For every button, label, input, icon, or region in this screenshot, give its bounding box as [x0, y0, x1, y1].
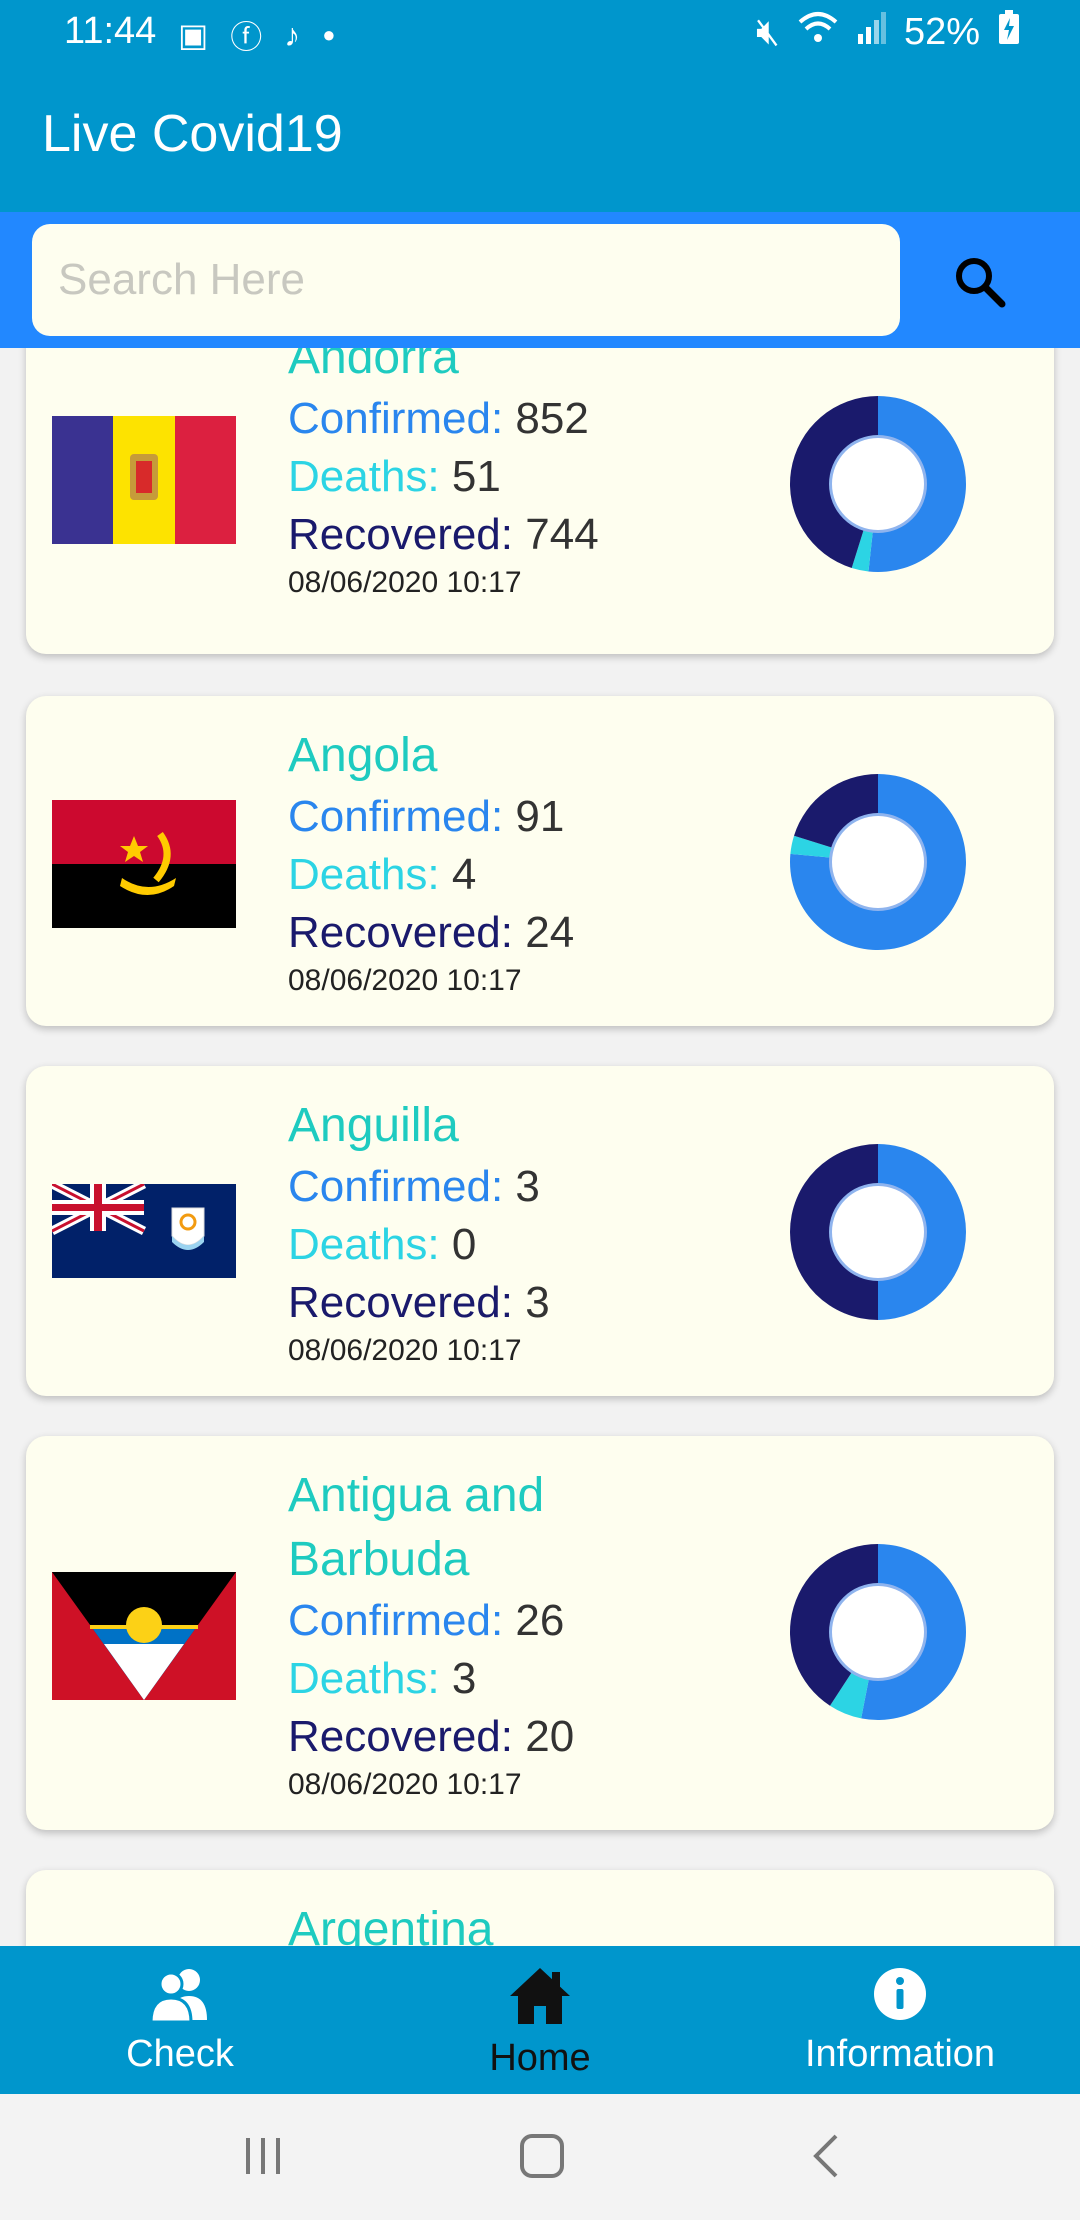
- status-time: 11:44: [64, 10, 157, 52]
- deaths-label: Deaths:: [288, 1654, 440, 1703]
- antigua-flag: [52, 1572, 236, 1700]
- info-icon: [874, 1968, 926, 2020]
- search-button[interactable]: [950, 252, 1010, 312]
- system-nav-bar: [0, 2094, 1080, 2220]
- app-bar: Live Covid19: [0, 66, 1080, 212]
- country-name: Andorra: [288, 348, 459, 384]
- stats-donut-chart: [790, 1544, 966, 1720]
- recovered-value: 24: [525, 908, 575, 957]
- update-date: 08/06/2020 10:17: [288, 1768, 522, 1801]
- recent-apps-button[interactable]: [238, 2134, 288, 2178]
- country-name-line1: Antigua and: [288, 1469, 545, 1522]
- country-name: Argentina: [288, 1903, 494, 1946]
- donut-hole: [832, 438, 924, 530]
- deaths-value: 4: [451, 850, 477, 899]
- recovered-label: Recovered:: [288, 510, 514, 559]
- angola-flag: [52, 800, 236, 928]
- country-name-line2: Barbuda: [288, 1533, 470, 1586]
- recovered-label: Recovered:: [288, 908, 514, 957]
- confirmed-value: 852: [515, 394, 589, 443]
- nav-label: Check: [126, 2033, 234, 2075]
- linkedin-icon: ▣: [178, 17, 209, 53]
- donut-hole: [832, 1186, 924, 1278]
- confirmed-value: 3: [515, 1162, 540, 1211]
- tiktok-icon: ♪: [284, 16, 301, 53]
- battery-percent: 52%: [903, 10, 980, 53]
- nav-label: Information: [804, 2033, 996, 2075]
- country-card-anguilla[interactable]: Anguilla Confirmed: 3 Deaths: 0 Recovere…: [26, 1066, 1054, 1396]
- confirmed-label: Confirmed:: [288, 394, 504, 443]
- confirmed-label: Confirmed:: [288, 1162, 504, 1211]
- home-icon: [510, 1968, 570, 2024]
- update-date: 08/06/2020 10:17: [288, 1334, 522, 1367]
- stats-donut-chart: [789, 396, 966, 572]
- recovered-value: 3: [525, 1278, 550, 1327]
- deaths-label: Deaths:: [288, 850, 440, 899]
- app-title: Live Covid19: [42, 105, 343, 163]
- country-name: Anguilla: [288, 1099, 459, 1152]
- notification-icons: ▣ ⓕ ♪ ●: [178, 12, 336, 58]
- nav-check[interactable]: Check: [30, 1966, 330, 2076]
- battery-icon: [998, 10, 1020, 54]
- donut-hole: [832, 1586, 924, 1678]
- country-card-argentina[interactable]: Argentina: [26, 1870, 1054, 1946]
- nav-label: Home: [489, 2037, 591, 2079]
- back-button[interactable]: [806, 2132, 846, 2180]
- deaths-value: 3: [451, 1654, 477, 1703]
- stats-donut-chart: [790, 1144, 966, 1320]
- nav-home[interactable]: Home: [390, 1966, 690, 2080]
- confirmed-label: Confirmed:: [288, 1596, 504, 1645]
- donut-hole: [832, 816, 924, 908]
- confirmed-value: 26: [515, 1596, 565, 1645]
- deaths-value: 0: [451, 1220, 477, 1269]
- deaths-label: Deaths:: [288, 1220, 440, 1269]
- signal-icon: [856, 11, 886, 54]
- search-input[interactable]: [32, 224, 900, 336]
- country-card-antigua-and-barbuda[interactable]: Antigua and Barbuda Confirmed: 26 Deaths…: [26, 1436, 1054, 1830]
- confirmed-value: 91: [515, 792, 565, 841]
- stats-donut-chart: [790, 774, 966, 950]
- dot-icon: ●: [322, 22, 336, 47]
- deaths-value: 51: [451, 452, 501, 501]
- recovered-value: 744: [525, 510, 599, 559]
- status-bar: 11:44 ▣ ⓕ ♪ ● 🔇︎ 52%: [0, 0, 1080, 66]
- wifi-icon: [798, 10, 838, 54]
- facebook-icon: ⓕ: [230, 19, 263, 55]
- home-button[interactable]: [518, 2132, 566, 2180]
- country-name: Angola: [288, 729, 438, 782]
- country-card-angola[interactable]: Angola Confirmed: 91 Deaths: 4 Recovered…: [26, 696, 1054, 1026]
- country-list[interactable]: Andorra Confirmed: 852 Deaths: 51 Recove…: [0, 348, 1080, 1946]
- confirmed-label: Confirmed:: [288, 792, 504, 841]
- deaths-label: Deaths:: [288, 452, 440, 501]
- andorra-flag: [52, 416, 236, 544]
- country-card-andorra[interactable]: Andorra Confirmed: 852 Deaths: 51 Recove…: [26, 348, 1054, 654]
- recovered-label: Recovered:: [288, 1278, 514, 1327]
- people-icon: [149, 1969, 207, 2024]
- recovered-value: 20: [525, 1712, 575, 1761]
- mute-icon: 🔇︎: [755, 10, 780, 53]
- update-date: 08/06/2020 10:17: [288, 964, 522, 997]
- search-icon: [956, 258, 1006, 308]
- search-bar: [0, 212, 1080, 348]
- status-right: 🔇︎ 52%: [756, 10, 1020, 54]
- update-date: 08/06/2020 10:17: [288, 566, 522, 599]
- anguilla-flag: [52, 1184, 236, 1278]
- bottom-nav: Check Home Information: [0, 1946, 1080, 2094]
- recovered-label: Recovered:: [288, 1712, 514, 1761]
- nav-information[interactable]: Information: [750, 1966, 1050, 2076]
